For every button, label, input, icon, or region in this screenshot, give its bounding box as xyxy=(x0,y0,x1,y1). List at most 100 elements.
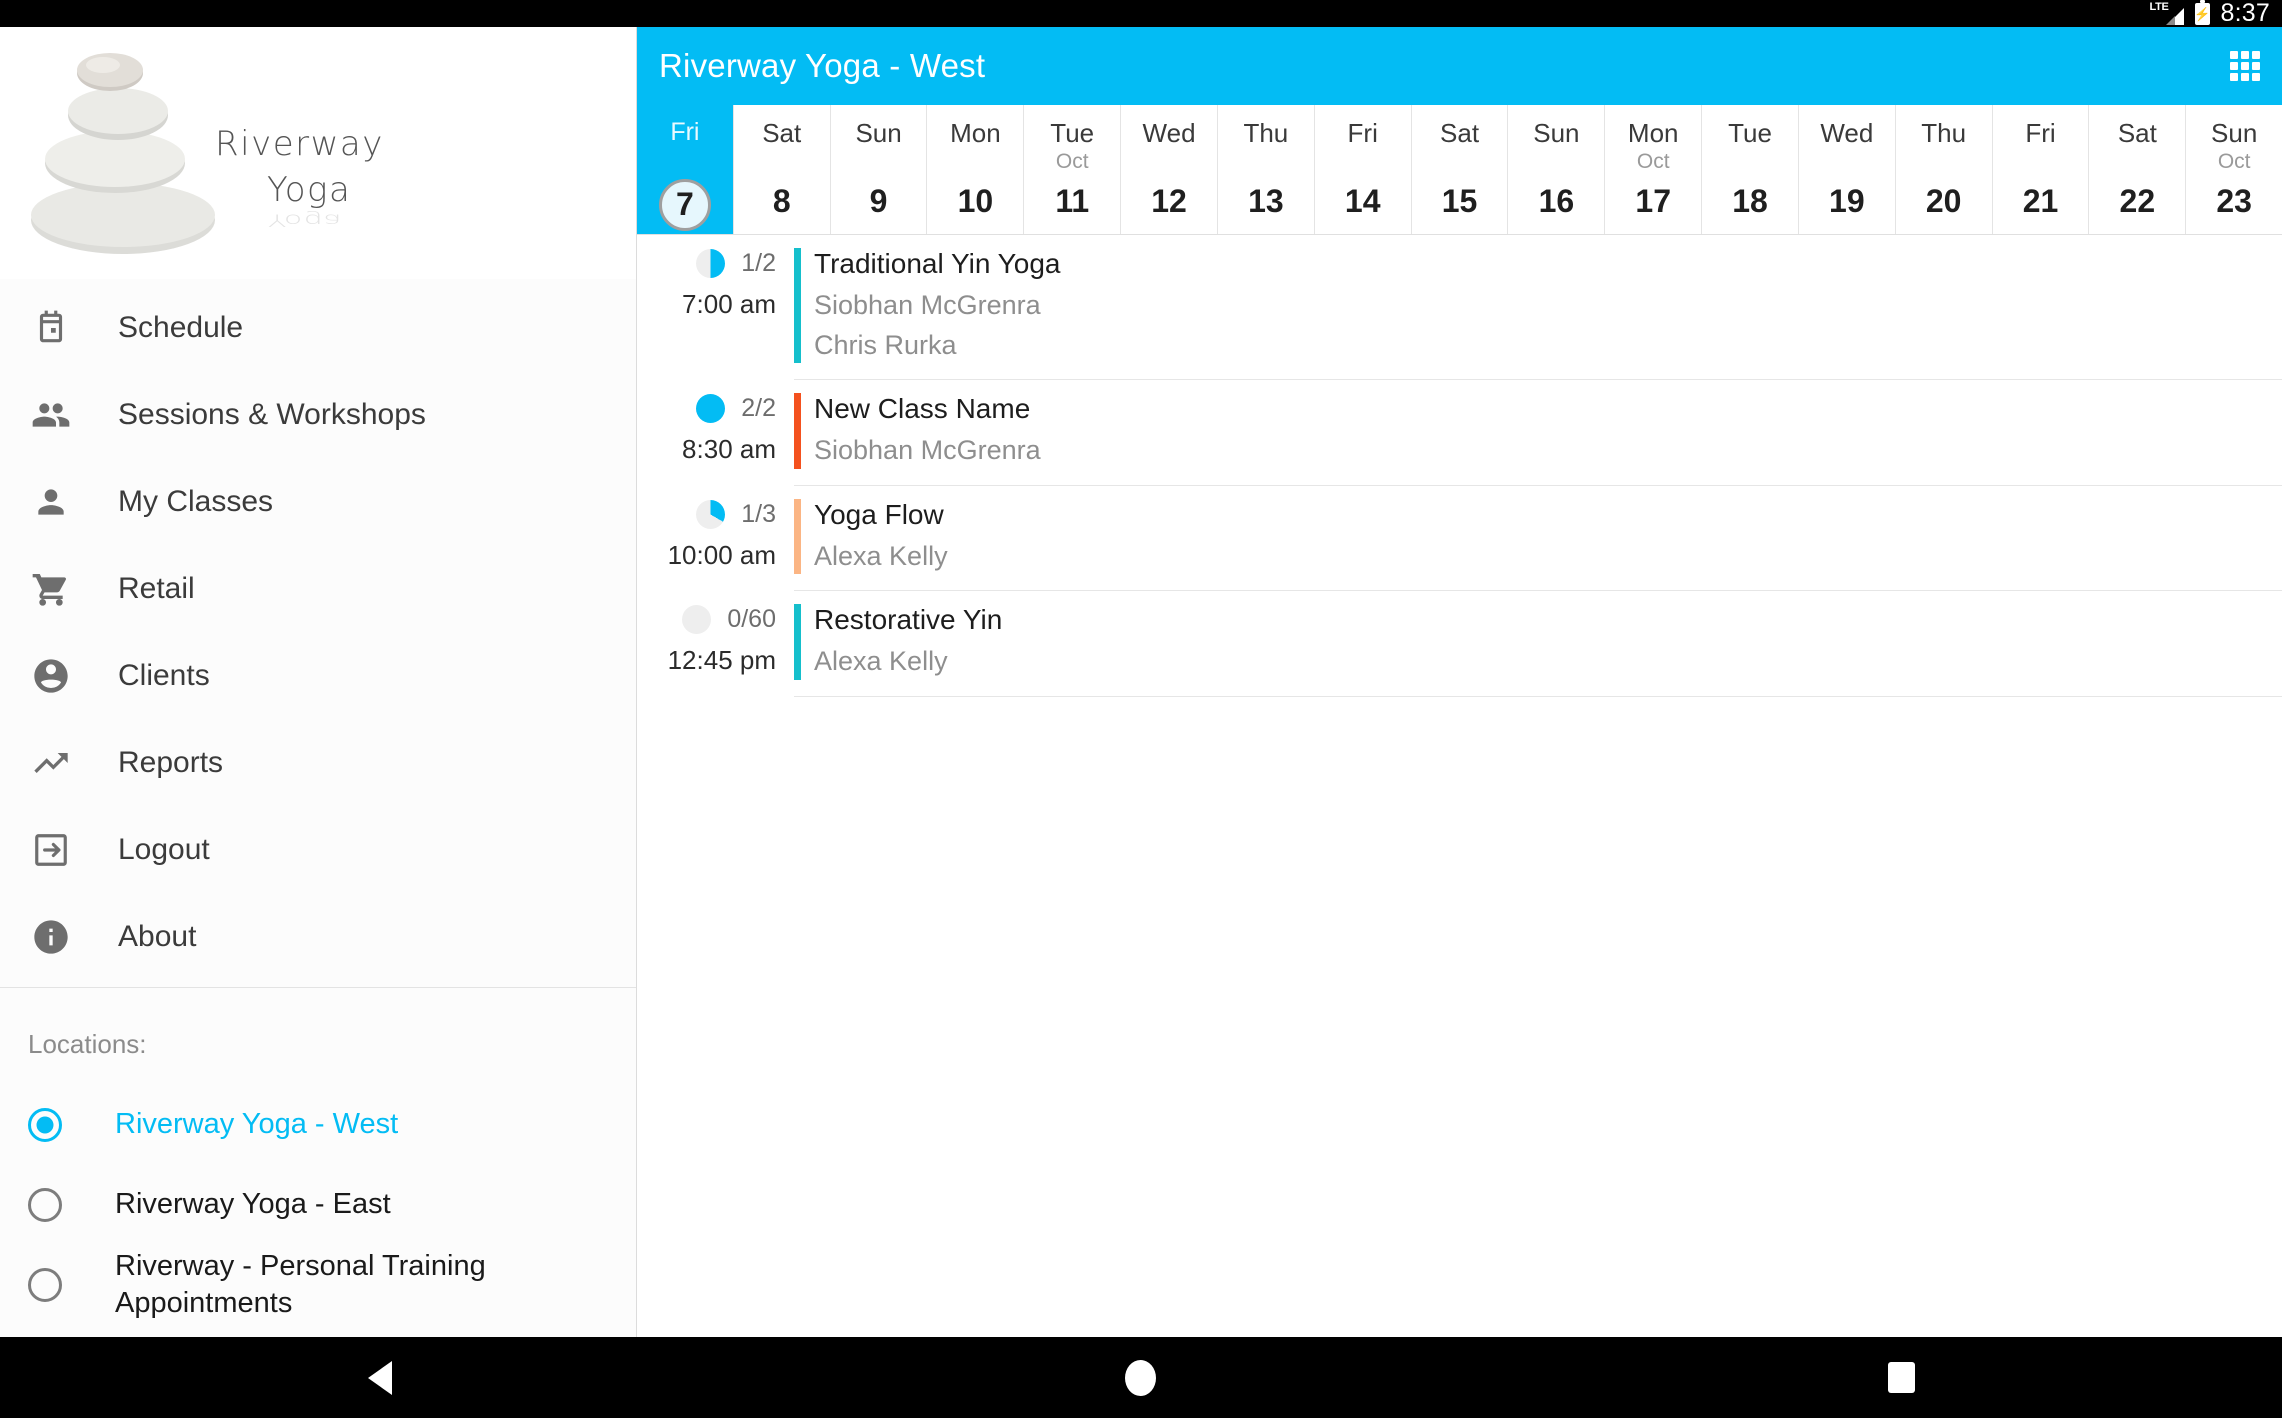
radio-button-selected[interactable] xyxy=(28,1108,62,1142)
class-time: 12:45 pm xyxy=(667,645,776,676)
day-of-week-label: Sat xyxy=(2117,118,2157,148)
capacity-label: 1/2 xyxy=(741,249,776,277)
day-number: 13 xyxy=(1248,182,1284,219)
day-cell[interactable]: Fri 7 xyxy=(637,105,733,234)
day-cell[interactable]: Fri 14 xyxy=(1313,105,1411,234)
day-number: 23 xyxy=(2216,182,2252,219)
class-main: Traditional Yin Yoga Siobhan McGrenra Chri… xyxy=(794,235,2282,381)
day-of-week-label: Tue xyxy=(1050,118,1095,148)
location-label: Riverway Yoga - West xyxy=(115,1108,399,1141)
day-number: 16 xyxy=(1538,182,1575,219)
day-cell[interactable]: Sat 22 xyxy=(2088,105,2186,234)
day-cell[interactable]: Fri 21 xyxy=(1991,105,2089,234)
sidebar-item-my-classes[interactable]: My Classes xyxy=(0,458,636,545)
class-color-bar xyxy=(794,393,801,469)
trending-up-icon xyxy=(28,740,74,786)
sidebar-item-label: About xyxy=(118,919,197,953)
day-cell[interactable]: Thu 20 xyxy=(1894,105,1992,234)
day-number: 21 xyxy=(2022,182,2059,219)
day-of-week-label: Thu xyxy=(1921,118,1967,148)
location-option-personal-training[interactable]: Riverway - Personal Training Appointment… xyxy=(0,1245,636,1325)
day-of-week-label: Fri xyxy=(1347,118,1378,148)
day-cell[interactable]: Thu 13 xyxy=(1216,105,1314,234)
class-color-bar xyxy=(794,248,801,364)
day-cell[interactable]: Sat 15 xyxy=(1410,105,1508,234)
location-option-west[interactable]: Riverway Yoga - West xyxy=(0,1085,636,1165)
calendar-icon xyxy=(28,305,74,351)
day-number: 7 xyxy=(676,186,694,222)
day-number: 20 xyxy=(1925,182,1962,219)
day-cell[interactable]: Mon 10 xyxy=(926,105,1024,234)
back-triangle-icon xyxy=(368,1360,393,1395)
radio-button[interactable] xyxy=(28,1188,62,1222)
month-label: Oct xyxy=(1636,149,1670,173)
day-number: 11 xyxy=(1055,182,1090,219)
sidebar-item-schedule[interactable]: Schedule xyxy=(0,284,636,371)
apps-grid-icon[interactable] xyxy=(2230,51,2260,81)
page-title: Riverway Yoga - West xyxy=(659,47,986,84)
capacity-pie-icon xyxy=(696,499,726,529)
day-cell[interactable]: Tue Oct 11 xyxy=(1023,105,1121,234)
day-of-week-label: Mon xyxy=(1627,118,1679,148)
status-bar: LTE ⚡ 8:37 xyxy=(0,0,2282,27)
day-cell[interactable]: Sun 16 xyxy=(1507,105,1605,234)
class-main: Restorative Yin Alexa Kelly xyxy=(794,591,2282,697)
class-meta: 1/3 10:00 am xyxy=(637,486,794,592)
app-body: Riverway Yoga Yoga Schedule Sessions & W… xyxy=(0,27,2282,1337)
main-content: Riverway Yoga - West Fri 7 Sat 8 Sun 9 Mon 10 Tu… xyxy=(637,27,2282,1337)
class-staff-name: Alexa Kelly xyxy=(814,646,948,676)
capacity-label: 2/2 xyxy=(741,394,776,423)
capacity-label: 0/60 xyxy=(727,605,776,634)
day-of-week-label: Sat xyxy=(1440,118,1480,148)
day-number: 12 xyxy=(1151,182,1187,219)
home-button[interactable] xyxy=(1081,1337,1201,1418)
class-list-item[interactable]: 0/60 12:45 pm Restorative Yin Alexa Kelly xyxy=(637,591,2282,697)
class-text-block: Yoga Flow Alexa Kelly xyxy=(801,486,948,577)
class-staff-name: Alexa Kelly xyxy=(814,540,948,571)
class-staff-name: Siobhan McGrenra xyxy=(814,435,1041,465)
drawer-menu: Schedule Sessions & Workshops My Classes xyxy=(0,279,636,980)
day-cell[interactable]: Sun 9 xyxy=(829,105,927,234)
recents-button[interactable] xyxy=(1842,1337,1962,1418)
sidebar-item-reports[interactable]: Reports xyxy=(0,719,636,806)
account-circle-icon xyxy=(28,653,74,699)
date-selector-strip[interactable]: Fri 7 Sat 8 Sun 9 Mon 10 Tue Oct 11 Wed 12 Thu 13 Fri 14… xyxy=(637,105,2282,235)
class-staff-name: Siobhan McGrenra xyxy=(814,289,1041,320)
class-list-item[interactable]: 1/2 7:00 am Traditional Yin Yoga Siobhan Mc… xyxy=(637,235,2282,381)
home-circle-icon xyxy=(1125,1359,1157,1396)
sidebar-item-clients[interactable]: Clients xyxy=(0,632,636,719)
class-main: Yoga Flow Alexa Kelly xyxy=(794,486,2282,592)
sidebar-item-label: Sessions & Workshops xyxy=(118,397,426,431)
day-cell[interactable]: Sat 8 xyxy=(732,105,830,234)
day-of-week-label: Fri xyxy=(670,118,700,146)
location-label: Riverway Yoga - East xyxy=(115,1188,391,1221)
location-option-east[interactable]: Riverway Yoga - East xyxy=(0,1165,636,1245)
sidebar-item-label: Logout xyxy=(118,832,210,866)
stacked-stones-image xyxy=(31,53,215,254)
sidebar-item-retail[interactable]: Retail xyxy=(0,545,636,632)
class-time: 7:00 am xyxy=(682,289,776,319)
class-list-item[interactable]: 1/3 10:00 am Yoga Flow Alexa Kelly xyxy=(637,486,2282,592)
radio-button[interactable] xyxy=(28,1268,62,1302)
day-of-week-label: Sun xyxy=(1533,118,1580,148)
day-cell[interactable]: Wed 12 xyxy=(1120,105,1217,234)
class-main: New Class Name Siobhan McGrenra xyxy=(794,380,2282,486)
day-cell[interactable]: Mon Oct 17 xyxy=(1604,105,1702,234)
day-cell[interactable]: Sun Oct 23 xyxy=(2185,105,2282,234)
brand-line-2: Yoga xyxy=(267,169,352,210)
month-label: Oct xyxy=(1055,149,1089,173)
class-time: 10:00 am xyxy=(667,539,776,570)
class-text-block: Traditional Yin Yoga Siobhan McGrenra Chri… xyxy=(801,235,1061,365)
day-cell[interactable]: Tue 18 xyxy=(1701,105,1798,234)
day-number: 19 xyxy=(1829,182,1865,219)
sidebar-item-about[interactable]: About xyxy=(0,893,636,980)
back-button[interactable] xyxy=(320,1337,440,1418)
day-of-week-label: Thu xyxy=(1243,118,1289,148)
class-list-item[interactable]: 2/2 8:30 am New Class Name Siobhan McGrenra xyxy=(637,380,2282,486)
class-name: Traditional Yin Yoga xyxy=(814,248,1061,279)
sidebar-item-logout[interactable]: Logout xyxy=(0,806,636,893)
day-cell[interactable]: Wed 19 xyxy=(1797,105,1895,234)
class-text-block: New Class Name Siobhan McGrenra xyxy=(801,380,1041,471)
day-of-week-label: Sun xyxy=(855,118,902,148)
sidebar-item-sessions-workshops[interactable]: Sessions & Workshops xyxy=(0,371,636,458)
